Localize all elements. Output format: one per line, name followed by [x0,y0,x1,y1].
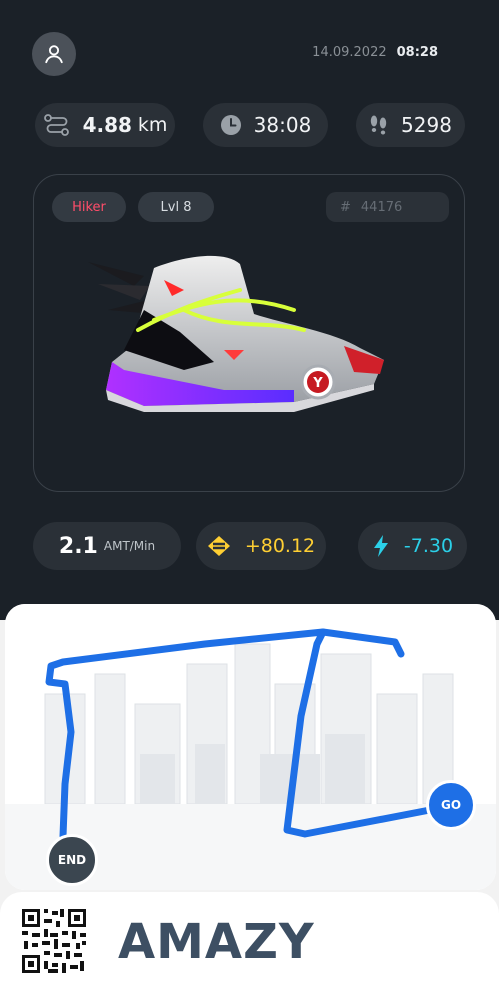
time-text: 08:28 [396,45,438,60]
brand-logo: AMAZY [118,914,315,970]
distance-unit: km [137,114,168,136]
distance-value: 4.88 [82,113,132,137]
route-icon [43,113,71,137]
avatar[interactable] [32,32,76,76]
footsteps-icon [369,113,389,137]
sneaker-id-value: 44176 [360,199,403,215]
qr-code[interactable] [20,907,88,975]
rate-unit: AMT/Min [103,539,156,553]
duration-value: 38:08 [253,113,312,137]
sneaker-id-badge: #44176 [326,192,449,222]
sneaker-id-hash: # [340,199,351,215]
earned-value: +80.12 [244,535,316,557]
app-screen: 14.09.2022 08:28 4.88 km 38:08 5298 Hike… [0,0,499,1000]
duration-pill: 38:08 [203,103,328,147]
sneaker-image: Y [88,255,384,412]
user-icon [45,45,63,64]
activity-panel: 14.09.2022 08:28 4.88 km 38:08 5298 Hike… [0,0,499,620]
steps-value: 5298 [401,113,452,137]
energy-pill: -7.30 [358,522,467,570]
sneaker-class-badge: Hiker [52,192,126,222]
datetime: 14.09.2022 08:28 [312,45,438,60]
steps-pill: 5298 [356,103,465,147]
lightning-icon [372,534,390,558]
token-icon [207,535,231,557]
end-button[interactable]: END [46,834,98,886]
rate-value: 2.1 [58,533,98,559]
go-button[interactable]: GO [426,780,476,830]
sneaker-level-badge: Lvl 8 [138,192,214,222]
distance-pill: 4.88 km [35,103,175,147]
sneaker-badge-letter: Y [312,376,323,391]
date-text: 14.09.2022 [312,45,387,60]
earning-rate-pill: 2.1 AMT/Min [33,522,181,570]
energy-value: -7.30 [403,535,454,557]
clock-icon [220,114,242,136]
earned-pill: +80.12 [196,522,326,570]
